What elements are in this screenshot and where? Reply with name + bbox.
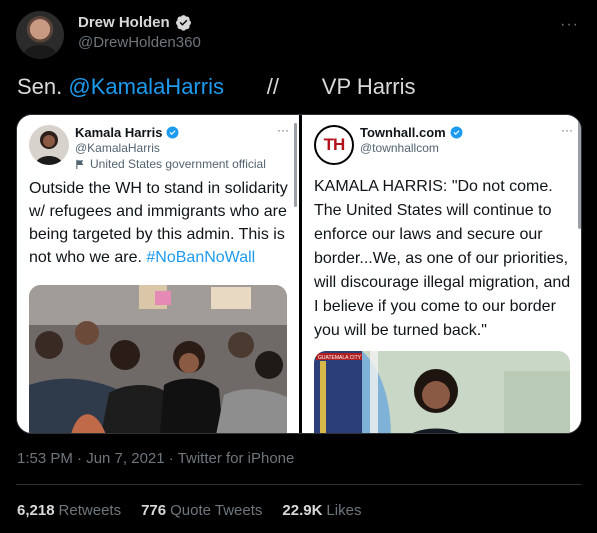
embedded-author-handle: @KamalaHarris xyxy=(75,141,160,155)
tweet-stats: 6,218 Retweets 776 Quote Tweets 22.9K Likes xyxy=(17,502,361,519)
press-conference-photo: GUATEMALA CITY xyxy=(314,351,570,433)
embedded-tweet-header: Kamala Harris @KamalaHarris United State… xyxy=(29,123,289,171)
likes-label: Likes xyxy=(326,502,362,519)
retweets-count: 6,218 xyxy=(17,502,55,519)
likes-stat[interactable]: 22.9K Likes xyxy=(282,502,361,519)
tweet-media-image[interactable]: Kamala Harris @KamalaHarris United State… xyxy=(16,114,582,434)
official-label: United States government official xyxy=(75,157,266,171)
embedded-scrollbar xyxy=(578,121,581,229)
embedded-tweet-text: Outside the WH to stand in solidarity w/… xyxy=(29,177,291,269)
townhall-logo-letters: TH xyxy=(323,135,346,154)
embedded-author-handle: @townhallcom xyxy=(360,141,439,155)
kamala-avatar xyxy=(29,125,69,165)
author-name-line: Drew Holden xyxy=(78,14,192,31)
townhall-avatar: TH xyxy=(314,125,354,165)
tweet-header: Drew Holden @DrewHolden360 ··· xyxy=(16,10,581,60)
rally-photo xyxy=(29,285,287,433)
flag-icon xyxy=(76,159,84,169)
embedded-name-line: Townhall.com xyxy=(360,125,463,140)
verified-badge-icon xyxy=(166,126,179,139)
quote-tweets-count: 776 xyxy=(141,502,167,519)
photo-caption: GUATEMALA CITY xyxy=(318,355,362,361)
author-name[interactable]: Drew Holden xyxy=(78,14,170,31)
avatar[interactable] xyxy=(16,11,64,59)
embedded-more-icon: ··· xyxy=(561,123,573,137)
embedded-more-icon: ··· xyxy=(277,123,289,137)
likes-count: 22.9K xyxy=(282,502,323,519)
embedded-scrollbar xyxy=(294,123,297,207)
embedded-author-name: Townhall.com xyxy=(360,125,446,140)
tweet-text-prefix: Sen. xyxy=(17,74,69,99)
retweets-stat[interactable]: 6,218 Retweets xyxy=(17,502,121,519)
official-label-text: United States government official xyxy=(90,157,266,171)
embedded-tweet-left: Kamala Harris @KamalaHarris United State… xyxy=(17,115,299,433)
embedded-tweet-header: TH Townhall.com @townhallcom ··· xyxy=(314,123,573,169)
quote-tweets-stat[interactable]: 776 Quote Tweets xyxy=(141,502,262,519)
retweets-label: Retweets xyxy=(58,502,122,519)
divider xyxy=(16,484,581,485)
mention-link[interactable]: @KamalaHarris xyxy=(68,74,224,99)
tweet-text: Sen. @KamalaHarris // VP Harris xyxy=(17,74,416,100)
more-options-icon[interactable]: ··· xyxy=(560,16,579,34)
embedded-tweet-text: KAMALA HARRIS: "Do not come. The United … xyxy=(314,178,571,339)
author-handle[interactable]: @DrewHolden360 xyxy=(78,34,201,51)
tweet-text-rest: // VP Harris xyxy=(223,74,416,99)
hashtag-link: #NoBanNoWall xyxy=(146,249,256,266)
verified-badge-icon xyxy=(175,15,191,31)
tweet-timestamp[interactable]: 1:53 PM · Jun 7, 2021 · Twitter for iPho… xyxy=(17,450,294,467)
verified-badge-icon xyxy=(450,126,463,139)
embedded-tweet-right: TH Townhall.com @townhallcom ··· KAMALA … xyxy=(302,115,581,433)
embedded-author-name: Kamala Harris xyxy=(75,125,163,140)
embedded-name-line: Kamala Harris xyxy=(75,125,179,140)
quote-tweets-label: Quote Tweets xyxy=(170,502,263,519)
